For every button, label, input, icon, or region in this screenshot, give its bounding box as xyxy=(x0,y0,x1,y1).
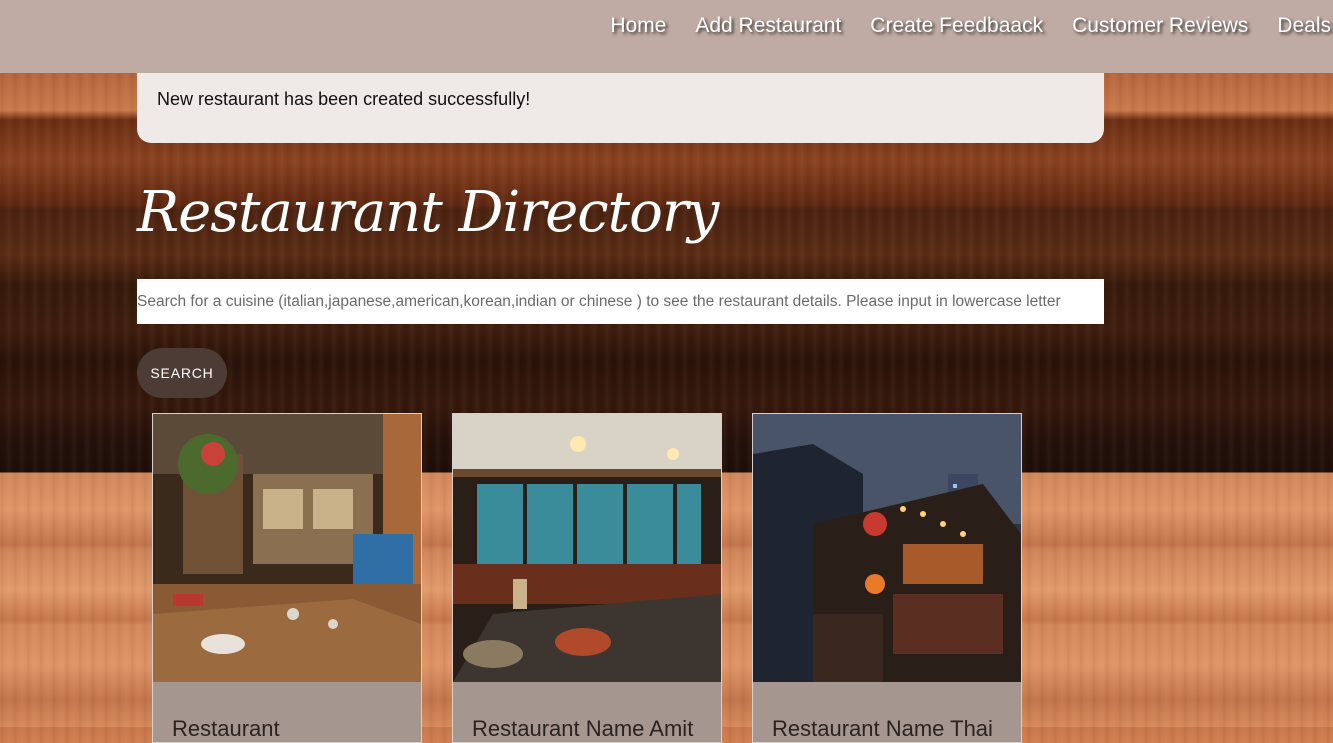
restaurant-photo xyxy=(153,414,421,682)
nav-link-deals[interactable]: Deals xyxy=(1277,12,1331,40)
restaurant-card[interactable]: Restaurant Name Amit xyxy=(452,413,722,743)
page-title: Restaurant Directory xyxy=(137,180,719,245)
nav-link-home[interactable]: Home xyxy=(610,12,666,40)
nav-link-add-restaurant[interactable]: Add Restaurant xyxy=(695,12,841,40)
card-title: Restaurant Name Amit xyxy=(472,716,694,741)
top-navbar: Home Add Restaurant Create Feedbaack Cus… xyxy=(0,0,1333,73)
card-title: Restaurant xyxy=(172,716,280,741)
restaurant-card[interactable]: Restaurant xyxy=(152,413,422,743)
search-button[interactable]: SEARCH xyxy=(137,348,227,398)
success-alert: New restaurant has been created successf… xyxy=(137,73,1104,143)
nav-links: Home Add Restaurant Create Feedbaack Cus… xyxy=(581,12,1333,40)
card-title: Restaurant Name Thai xyxy=(772,716,993,741)
restaurant-card[interactable]: Restaurant Name Thai xyxy=(752,413,1022,743)
restaurant-photo xyxy=(453,414,721,682)
nav-link-customer-reviews[interactable]: Customer Reviews xyxy=(1072,12,1248,40)
restaurant-photo xyxy=(753,414,1021,682)
nav-link-create-feedback[interactable]: Create Feedbaack xyxy=(870,12,1043,40)
alert-message: New restaurant has been created successf… xyxy=(157,89,531,109)
cuisine-search-input[interactable] xyxy=(137,279,1104,324)
